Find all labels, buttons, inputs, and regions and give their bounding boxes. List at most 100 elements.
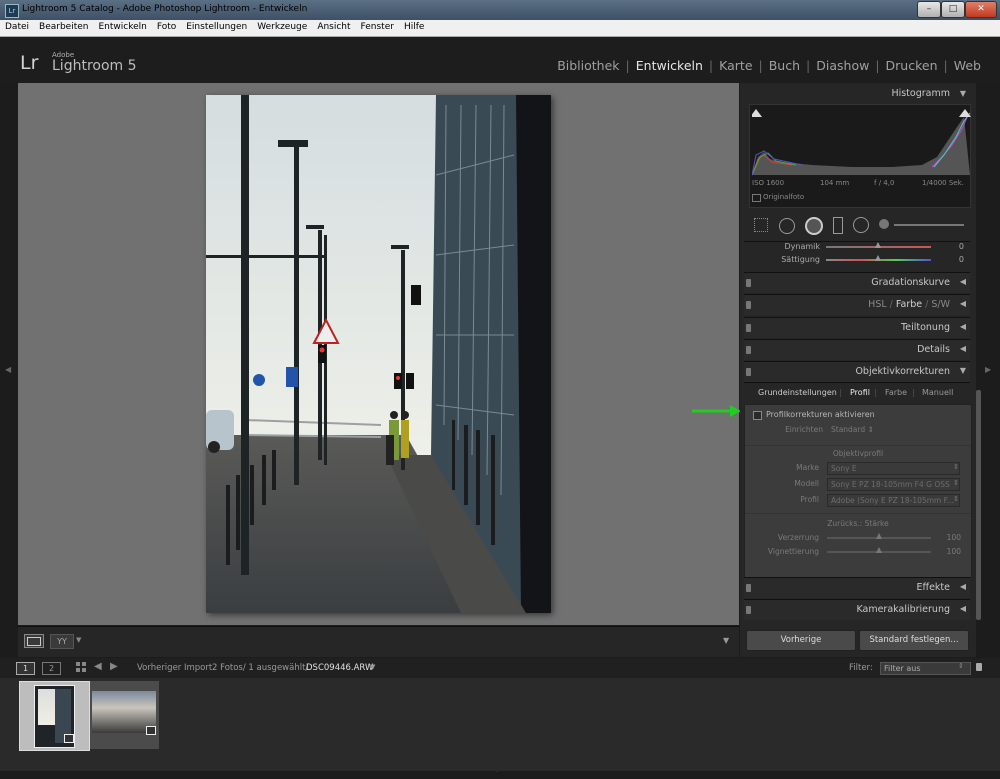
panel-gradationskurve[interactable]: Gradationskurve ◀ [744,272,970,293]
primary-display-button[interactable]: 1 [16,662,35,675]
menu-werkzeuge[interactable]: Werkzeuge [252,20,312,32]
tab-sw[interactable]: S/W [931,299,950,310]
module-buch[interactable]: Buch [769,58,800,73]
profile-enable-checkbox[interactable] [753,411,762,420]
tab-farbe[interactable]: Farbe [885,388,907,397]
tab-grundeinstellungen[interactable]: Grundeinstellungen [758,388,837,397]
expand-icon[interactable]: ◀ [960,582,966,591]
divider [745,513,971,514]
menu-fenster[interactable]: Fenster [356,20,399,32]
app-icon: Lr [5,4,19,18]
panel-switch-icon[interactable] [746,346,751,354]
module-bibliothek[interactable]: Bibliothek [557,58,619,73]
thumbnail-selected[interactable] [19,681,90,751]
menu-bearbeiten[interactable]: Bearbeiten [34,20,93,32]
set-default-button[interactable]: Standard festlegen... [859,630,969,651]
expand-icon[interactable]: ◀ [960,344,966,353]
filename[interactable]: DSC09446.ARW [306,663,373,673]
right-panel-scrollbar[interactable] [976,390,981,620]
vignettierung-knob[interactable] [876,547,882,553]
radial-filter-icon[interactable] [853,217,869,233]
panel-hsl[interactable]: HSL / Farbe / S/W ◀ [744,294,970,315]
spot-removal-icon[interactable] [779,218,795,234]
filename-dropdown-icon[interactable]: ▼ [370,663,375,671]
close-button[interactable]: ✕ [965,1,997,18]
graduated-filter-icon[interactable] [833,217,843,234]
left-panel-toggle-icon[interactable]: ◀ [5,365,11,374]
hsl-tabs: HSL / Farbe / S/W [868,299,950,310]
saettigung-knob[interactable] [875,255,881,261]
vignettierung-value[interactable]: 100 [943,547,961,556]
histogram[interactable]: ISO 1600 104 mm f / 4,0 1/4000 Sek. Orig… [749,104,971,208]
previous-button[interactable]: Vorherige [746,630,856,651]
dynamik-value[interactable]: 0 [949,242,964,251]
divider [745,445,971,446]
before-after-button[interactable]: YY [50,634,74,649]
module-diashow[interactable]: Diashow [816,58,869,73]
expand-icon[interactable]: ◀ [960,322,966,331]
loupe-view-button[interactable] [24,634,44,648]
original-checkbox[interactable] [752,194,761,202]
adjustment-brush-icon[interactable] [879,219,889,229]
marke-select[interactable]: Sony E [827,462,960,475]
panel-switch-icon[interactable] [746,606,751,614]
menu-foto[interactable]: Foto [152,20,181,32]
panel-switch-icon[interactable] [746,368,751,376]
panel-switch-icon[interactable] [746,324,751,332]
panel-effekte[interactable]: Effekte ◀ [744,577,970,598]
histogram-title: Histogramm [891,88,950,99]
right-panel-toggle-icon[interactable]: ▶ [985,365,991,374]
menu-entwickeln[interactable]: Entwickeln [93,20,151,32]
dynamik-knob[interactable] [875,242,881,248]
grid-view-icon[interactable] [76,662,86,672]
red-eye-icon[interactable] [805,217,823,235]
expand-icon[interactable]: ◀ [960,299,966,308]
brush-slider[interactable] [894,224,964,226]
verzerrung-value[interactable]: 100 [943,533,961,542]
histogram-header[interactable]: Histogramm ▼ [744,84,970,104]
lock-icon[interactable] [976,663,982,671]
expand-icon[interactable]: ◀ [960,277,966,286]
panel-teiltonung[interactable]: Teiltonung ◀ [744,317,970,338]
tab-manuell[interactable]: Manuell [922,388,953,397]
tab-hsl[interactable]: HSL [868,299,886,310]
secondary-display-button[interactable]: 2 [42,662,61,675]
panel-switch-icon[interactable] [746,279,751,287]
menu-datei[interactable]: Datei [0,20,34,32]
collapse-icon[interactable]: ▼ [960,89,966,98]
modell-select[interactable]: Sony E PZ 18-105mm F4 G OSS [827,478,960,491]
panel-details[interactable]: Details ◀ [744,339,970,360]
source-label[interactable]: Vorheriger Import [137,663,212,673]
thumbnail[interactable] [90,681,159,749]
toolbar-menu-icon[interactable]: ▼ [723,636,729,645]
panel-switch-icon[interactable] [746,584,751,592]
filter-label: Filter: [849,663,873,673]
menu-einstellungen[interactable]: Einstellungen [181,20,252,32]
module-karte[interactable]: Karte [719,58,752,73]
collapse-icon[interactable]: ▼ [960,366,966,375]
panel-objektivkorrekturen[interactable]: Objektivkorrekturen ▼ [744,361,970,382]
panel-kamerakalibrierung[interactable]: Kamerakalibrierung ◀ [744,599,970,620]
maximize-button[interactable]: □ [941,1,965,18]
chevron-down-icon[interactable]: ▼ [76,636,81,644]
back-arrow-icon[interactable]: ◀ [94,661,102,672]
module-entwickeln[interactable]: Entwickeln [636,58,703,73]
profil-select[interactable]: Adobe (Sony E PZ 18-105mm F... [827,494,960,507]
crop-tool-icon[interactable] [754,218,768,232]
panel-switch-icon[interactable] [746,301,751,309]
saettigung-value[interactable]: 0 [949,255,964,264]
menu-hilfe[interactable]: Hilfe [399,20,429,32]
photo-preview[interactable] [206,95,551,613]
forward-arrow-icon[interactable]: ▶ [110,661,118,672]
setup-select[interactable]: Standard ⇕ [831,425,874,434]
minimize-button[interactable]: – [917,1,941,18]
expand-icon[interactable]: ◀ [960,604,966,613]
verzerrung-knob[interactable] [876,533,882,539]
tab-farbe[interactable]: Farbe [896,299,922,310]
verzerrung-label: Verzerrung [777,533,819,542]
menu-bar: Datei Bearbeiten Entwickeln Foto Einstellung… [0,20,1000,37]
module-web[interactable]: Web [954,58,981,73]
module-drucken[interactable]: Drucken [886,58,938,73]
tab-profil[interactable]: Profil [850,388,870,397]
menu-ansicht[interactable]: Ansicht [312,20,355,32]
